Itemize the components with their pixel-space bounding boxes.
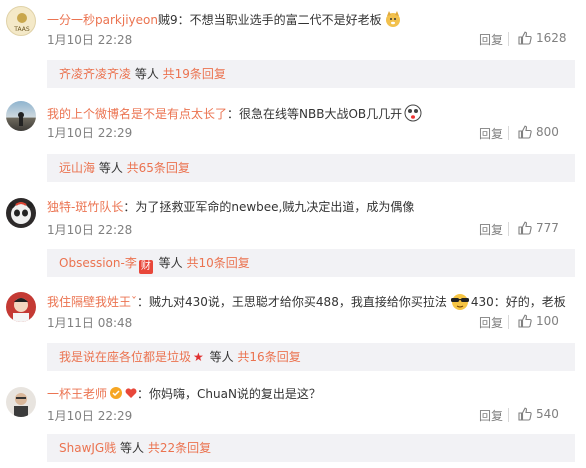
comment-text: 贼9：不想当职业选手的富二代不是好老板 [157, 13, 382, 27]
comment-item: 独特-斑竹队长：为了拯救亚军命的newbee,贼九决定出道，成为偶像 1月10日… [0, 189, 586, 283]
svg-text:TAAS: TAAS [13, 26, 30, 33]
divider [508, 32, 509, 46]
reply-users[interactable]: 齐凌齐凌齐凌 [59, 67, 131, 81]
comment-item: 我住隔壁我姓王ˇ：贼九对430说，王思聪才给你买488，我直接给你买拉法 430：… [0, 283, 586, 378]
comment-line: 我的上个微博名是不是有点太长了：很急在线等NBB大战OB几几开 [47, 104, 422, 122]
reply-count-link[interactable]: 共10条回复 [186, 256, 249, 270]
divider [508, 315, 509, 329]
divider [508, 408, 509, 422]
reply-others: 等人 [154, 256, 187, 270]
like-button[interactable]: 100 [518, 314, 559, 328]
avatar[interactable] [6, 101, 36, 131]
like-count: 540 [536, 407, 559, 421]
like-button[interactable]: 800 [518, 125, 559, 139]
thumbs-up-icon [518, 31, 532, 45]
timestamp: 1月10日 22:29 [47, 409, 133, 423]
username-link[interactable]: 一杯王老师 [47, 387, 107, 401]
comment-item: TAAS 一分一秒parkjiyeon贼9：不想当职业选手的富二代不是好老板 1… [0, 0, 586, 93]
star-icon: ★ [193, 350, 204, 364]
comment-text-continued: 430：好的，老板 [470, 295, 566, 309]
comment-line: 我住隔壁我姓王ˇ：贼九对430说，王思聪才给你买488，我直接给你买拉法 430：… [47, 292, 566, 310]
reply-users[interactable]: 我是说在座各位都是垃圾 [59, 350, 191, 364]
reply-users[interactable]: Obsession-李 [59, 256, 137, 270]
reply-button[interactable]: 回复 [479, 31, 503, 48]
timestamp: 1月10日 22:28 [47, 223, 133, 237]
reply-count-link[interactable]: 共22条回复 [148, 441, 211, 455]
wealth-badge-icon: 财 [138, 260, 153, 274]
like-button[interactable]: 1628 [518, 31, 567, 45]
timestamp: 1月10日 22:29 [47, 126, 133, 140]
reply-users[interactable]: 远山海 [59, 161, 95, 175]
surprised-emoji-icon [404, 104, 422, 122]
reply-button[interactable]: 回复 [479, 407, 503, 424]
comment-text: ：为了拯救亚军命的newbee,贼九决定出道，成为偶像 [123, 200, 415, 214]
like-count: 800 [536, 125, 559, 139]
avatar[interactable] [6, 198, 36, 228]
heart-emoji-icon [125, 387, 137, 399]
reply-button[interactable]: 回复 [479, 125, 503, 142]
username-link[interactable]: 独特-斑竹队长 [47, 200, 123, 214]
thumbs-up-icon [518, 125, 532, 139]
comment-line: 一杯王老师 ：你妈嗨，ChuaN说的复出是这？ [47, 386, 321, 402]
username-link[interactable]: 一分一秒parkjiyeon [47, 13, 158, 27]
reply-count-link[interactable]: 共16条回复 [237, 350, 300, 364]
reply-others: 等人 [116, 441, 148, 455]
reply-summary[interactable]: 齐凌齐凌齐凌 等人 共19条回复 [47, 60, 575, 88]
thumbs-up-icon [518, 314, 532, 328]
avatar[interactable] [6, 387, 36, 417]
cool-sunglasses-emoji-icon [449, 292, 471, 310]
divider [508, 126, 509, 140]
username-link[interactable]: 我的上个微博名是不是有点太长了 [47, 107, 227, 121]
comment-line: 一分一秒parkjiyeon贼9：不想当职业选手的富二代不是好老板 [47, 10, 402, 28]
divider [508, 222, 509, 236]
like-button[interactable]: 540 [518, 407, 559, 421]
like-count: 777 [536, 221, 559, 235]
reply-button[interactable]: 回复 [479, 314, 503, 331]
reply-summary[interactable]: ShawJG贱 等人 共22条回复 [47, 434, 575, 462]
logo-icon: TAAS [13, 13, 30, 33]
reply-button[interactable]: 回复 [479, 221, 503, 238]
reply-others: 等人 [95, 161, 127, 175]
reply-count-link[interactable]: 共19条回复 [163, 67, 226, 81]
reply-others: 等人 [205, 350, 238, 364]
thumbs-up-icon [518, 221, 532, 235]
comment-line: 独特-斑竹队长：为了拯救亚军命的newbee,贼九决定出道，成为偶像 [47, 199, 414, 215]
reply-summary[interactable]: 远山海 等人 共65条回复 [47, 154, 575, 182]
reply-summary[interactable]: 我是说在座各位都是垃圾 ★ 等人 共16条回复 [47, 343, 575, 371]
avatar[interactable]: TAAS [6, 6, 36, 36]
comment-text: ：你妈嗨，ChuaN说的复出是这？ [137, 387, 321, 401]
timestamp: 1月11日 08:48 [47, 316, 133, 330]
reply-users[interactable]: ShawJG贱 [59, 441, 116, 455]
doge-emoji-icon [384, 10, 402, 28]
thumbs-up-icon [518, 407, 532, 421]
like-button[interactable]: 777 [518, 221, 559, 235]
comment-text: ：很急在线等NBB大战OB几几开 [227, 107, 403, 121]
avatar[interactable] [6, 292, 36, 322]
reply-count-link[interactable]: 共65条回复 [127, 161, 190, 175]
comment-item: 一杯王老师 ：你妈嗨，ChuaN说的复出是这？ 1月10日 22:29 回复 54… [0, 378, 586, 468]
reply-others: 等人 [131, 67, 163, 81]
verified-badge-icon [109, 386, 123, 400]
username-link[interactable]: 我住隔壁我姓王ˇ [47, 295, 137, 309]
comment-item: 我的上个微博名是不是有点太长了：很急在线等NBB大战OB几几开 1月10日 22… [0, 93, 586, 189]
like-count: 100 [536, 314, 559, 328]
comment-text: ：贼九对430说，王思聪才给你买488，我直接给你买拉法 [137, 295, 447, 309]
like-count: 1628 [536, 31, 567, 45]
reply-summary[interactable]: Obsession-李财 等人 共10条回复 [47, 249, 575, 277]
timestamp: 1月10日 22:28 [47, 33, 133, 47]
